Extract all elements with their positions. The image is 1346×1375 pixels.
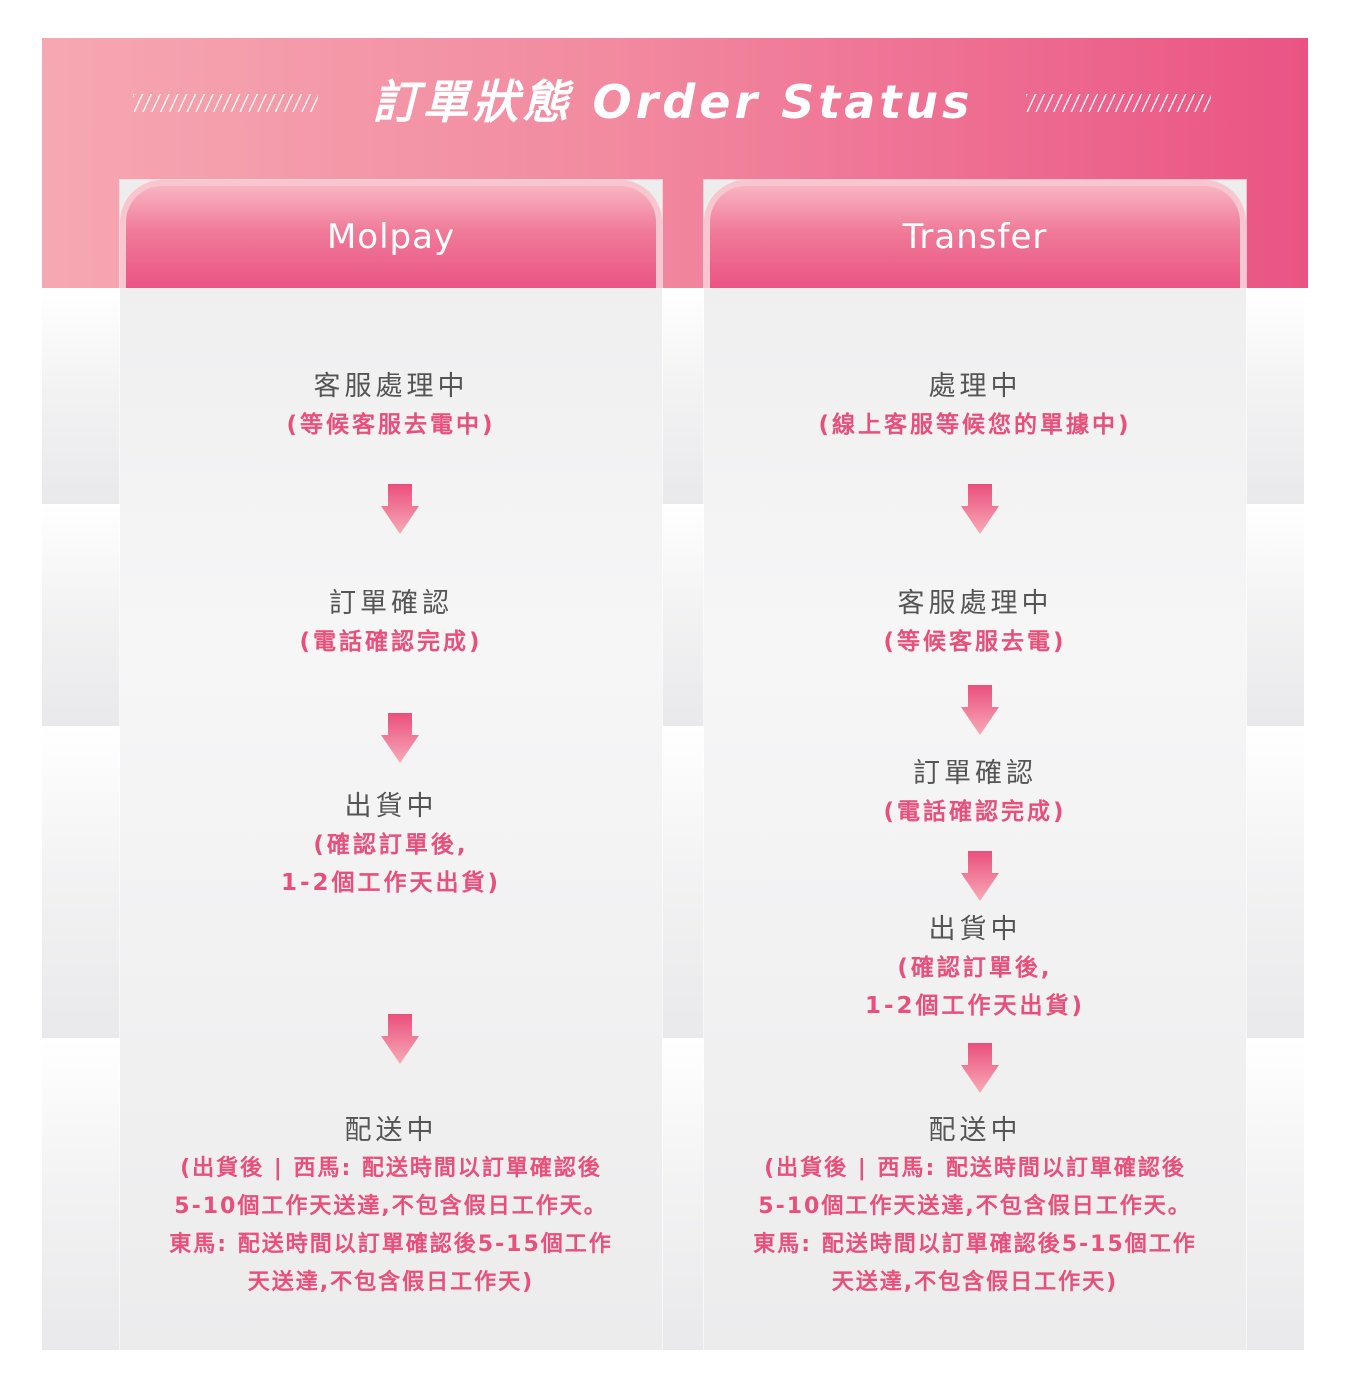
step-description: (等候客服去電) [883,629,1067,655]
step-title: 訂單確認 [913,758,1037,789]
step-title: 配送中 [344,1115,438,1146]
column-header: Molpay [120,180,662,288]
column-header: Transfer [704,180,1246,288]
step-description: (確認訂單後, 1-2個工作天出貨) [280,832,502,896]
arrow-down-icon [381,1014,419,1064]
step-title: 處理中 [928,371,1022,402]
arrow-down-icon [961,484,999,534]
step-description: (線上客服等候您的單據中) [818,412,1132,438]
column-header-label: Molpay [126,186,656,288]
step-customer-service: 客服處理中 (等候客服去電) [704,585,1246,661]
step-title: 出貨中 [928,914,1022,945]
step-description: (電話確認完成) [299,629,483,655]
arrow-down-icon [381,713,419,763]
step-title: 出貨中 [344,791,438,822]
step-customer-service: 客服處理中 (等候客服去電中) [120,368,662,444]
step-description: (等候客服去電中) [286,412,496,438]
step-description: (確認訂單後, 1-2個工作天出貨) [864,955,1086,1019]
step-description: (出貨後 | 西馬: 配送時間以訂單確認後 5-10個工作天送達,不包含假日工作… [753,1156,1197,1295]
step-delivering: 配送中 (出貨後 | 西馬: 配送時間以訂單確認後 5-10個工作天送達,不包含… [714,1112,1236,1302]
step-title: 訂單確認 [329,588,453,619]
step-order-confirm: 訂單確認 (電話確認完成) [120,585,662,661]
step-processing: 處理中 (線上客服等候您的單據中) [704,368,1246,444]
column-transfer: Transfer 處理中 (線上客服等候您的單據中) 客服處理中 (等候客服去電… [704,180,1246,1350]
step-title: 客服處理中 [897,588,1053,619]
step-title: 配送中 [928,1115,1022,1146]
step-order-confirm: 訂單確認 (電話確認完成) [704,755,1246,831]
column-molpay: Molpay 客服處理中 (等候客服去電中) 訂單確認 (電話確認完成) 出貨中… [120,180,662,1350]
arrow-down-icon [961,851,999,901]
step-shipping: 出貨中 (確認訂單後, 1-2個工作天出貨) [120,788,662,902]
step-description: (電話確認完成) [883,799,1067,825]
step-title: 客服處理中 [313,371,469,402]
step-shipping: 出貨中 (確認訂單後, 1-2個工作天出貨) [704,911,1246,1025]
arrow-down-icon [961,1043,999,1093]
step-description: (出貨後 | 西馬: 配送時間以訂單確認後 5-10個工作天送達,不包含假日工作… [169,1156,613,1295]
step-delivering: 配送中 (出貨後 | 西馬: 配送時間以訂單確認後 5-10個工作天送達,不包含… [130,1112,652,1302]
column-header-label: Transfer [710,186,1240,288]
arrow-down-icon [381,484,419,534]
arrow-down-icon [961,685,999,735]
page-title: 訂單狀態 Order Status [372,75,974,129]
